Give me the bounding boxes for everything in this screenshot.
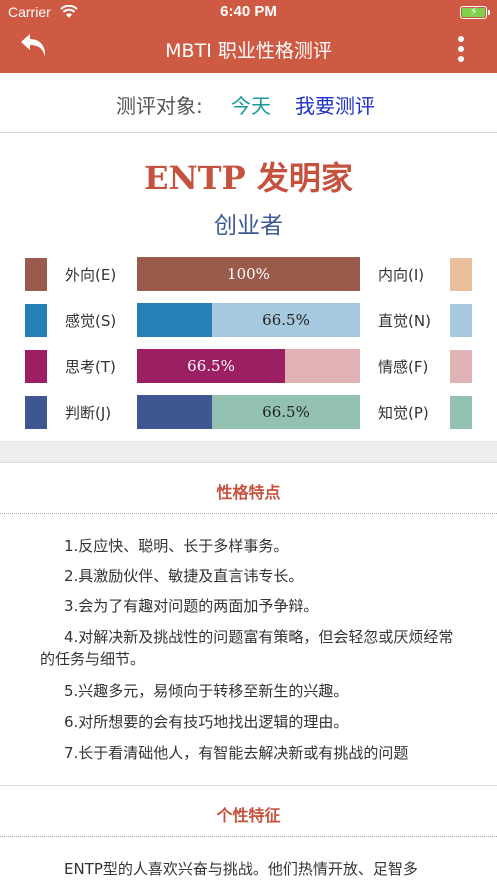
left-bar-segment [137,395,212,429]
right-trait-label: 直觉(N) [378,312,431,330]
percent-label: 66.5% [187,357,235,375]
left-color-swatch [25,304,47,337]
dimension-bar: 100% [137,257,360,291]
percent-label: 66.5% [262,403,310,421]
list-item: 1.反应快、聪明、长于多样事务。 [64,537,289,555]
dimension-row: 感觉(S) 66.5% 直觉(N) [0,303,497,337]
status-bar: Carrier 6:40 PM ⚡ [0,0,497,26]
list-item: 3.会为了有趣对问题的两面加予争辩。 [64,597,319,615]
left-trait-label: 外向(E) [65,266,117,284]
left-color-swatch [25,258,47,291]
page-title: MBTI 职业性格测评 [165,40,332,62]
list-item: 5.兴趣多元，易倾向于转移至新生的兴趣。 [64,682,349,700]
list-item: 2.具激励伙伴、敏捷及直言讳专长。 [64,567,304,585]
right-color-swatch [450,396,472,429]
left-trait-label: 思考(T) [65,358,116,376]
dimension-row: 判断(J) 66.5% 知觉(P) [0,395,497,429]
right-color-swatch [450,350,472,383]
type-title: ENTP 发明家 [144,159,353,197]
right-trait-label: 内向(I) [378,266,425,284]
left-color-swatch [25,396,47,429]
dimension-bar: 66.5% [137,395,360,429]
list-item: 7.长于看清础他人，有智能去解决新或有挑战的问题 [64,744,409,762]
left-trait-label: 判断(J) [65,404,112,422]
right-trait-label: 情感(F) [378,358,429,376]
right-trait-label: 知觉(P) [378,404,429,422]
percent-label: 100% [227,265,270,283]
dimension-row: 外向(E) 100% 内向(I) [0,257,497,291]
dimension-bar: 66.5% [137,303,360,337]
personality-heading-text: 个性特征 [216,806,281,825]
dimension-bar: 66.5% [137,349,360,383]
start-test-link[interactable]: 我要测评 [295,90,375,119]
subject-today-link[interactable]: 今天 [231,90,271,119]
left-color-swatch [25,350,47,383]
traits-heading: 性格特点 [0,463,497,514]
personality-paragraph: ENTP型的人喜欢兴奋与挑战。他们热情开放、足智多 [64,860,418,878]
subject-row: 测评对象: 今天 我要测评 [0,73,497,133]
right-color-swatch [450,258,472,291]
type-subtitle: 创业者 [214,213,283,239]
personality-heading: 个性特征 [0,786,497,837]
list-item: 4.对解决新及挑战性的问题富有策略，但会轻忽或厌烦经常的任务与细节。 [40,628,454,668]
navigation-bar: Carrier 6:40 PM ⚡ MBTI 职业性格测评 [0,0,497,73]
right-color-swatch [450,304,472,337]
more-options-icon[interactable] [452,34,470,64]
list-item: 6.对所想要的会有技巧地找出逻辑的理由。 [64,713,349,731]
left-bar-segment [137,303,212,337]
subject-label: 测评对象: [116,94,203,118]
left-trait-label: 感觉(S) [65,312,117,330]
battery-icon: ⚡ [460,5,490,19]
dimension-row: 思考(T) 66.5% 情感(F) [0,349,497,383]
status-time: 6:40 PM [220,3,277,20]
right-bar-segment [285,349,360,383]
section-gap [0,441,497,463]
percent-label: 66.5% [262,311,310,329]
traits-heading-text: 性格特点 [216,483,281,502]
